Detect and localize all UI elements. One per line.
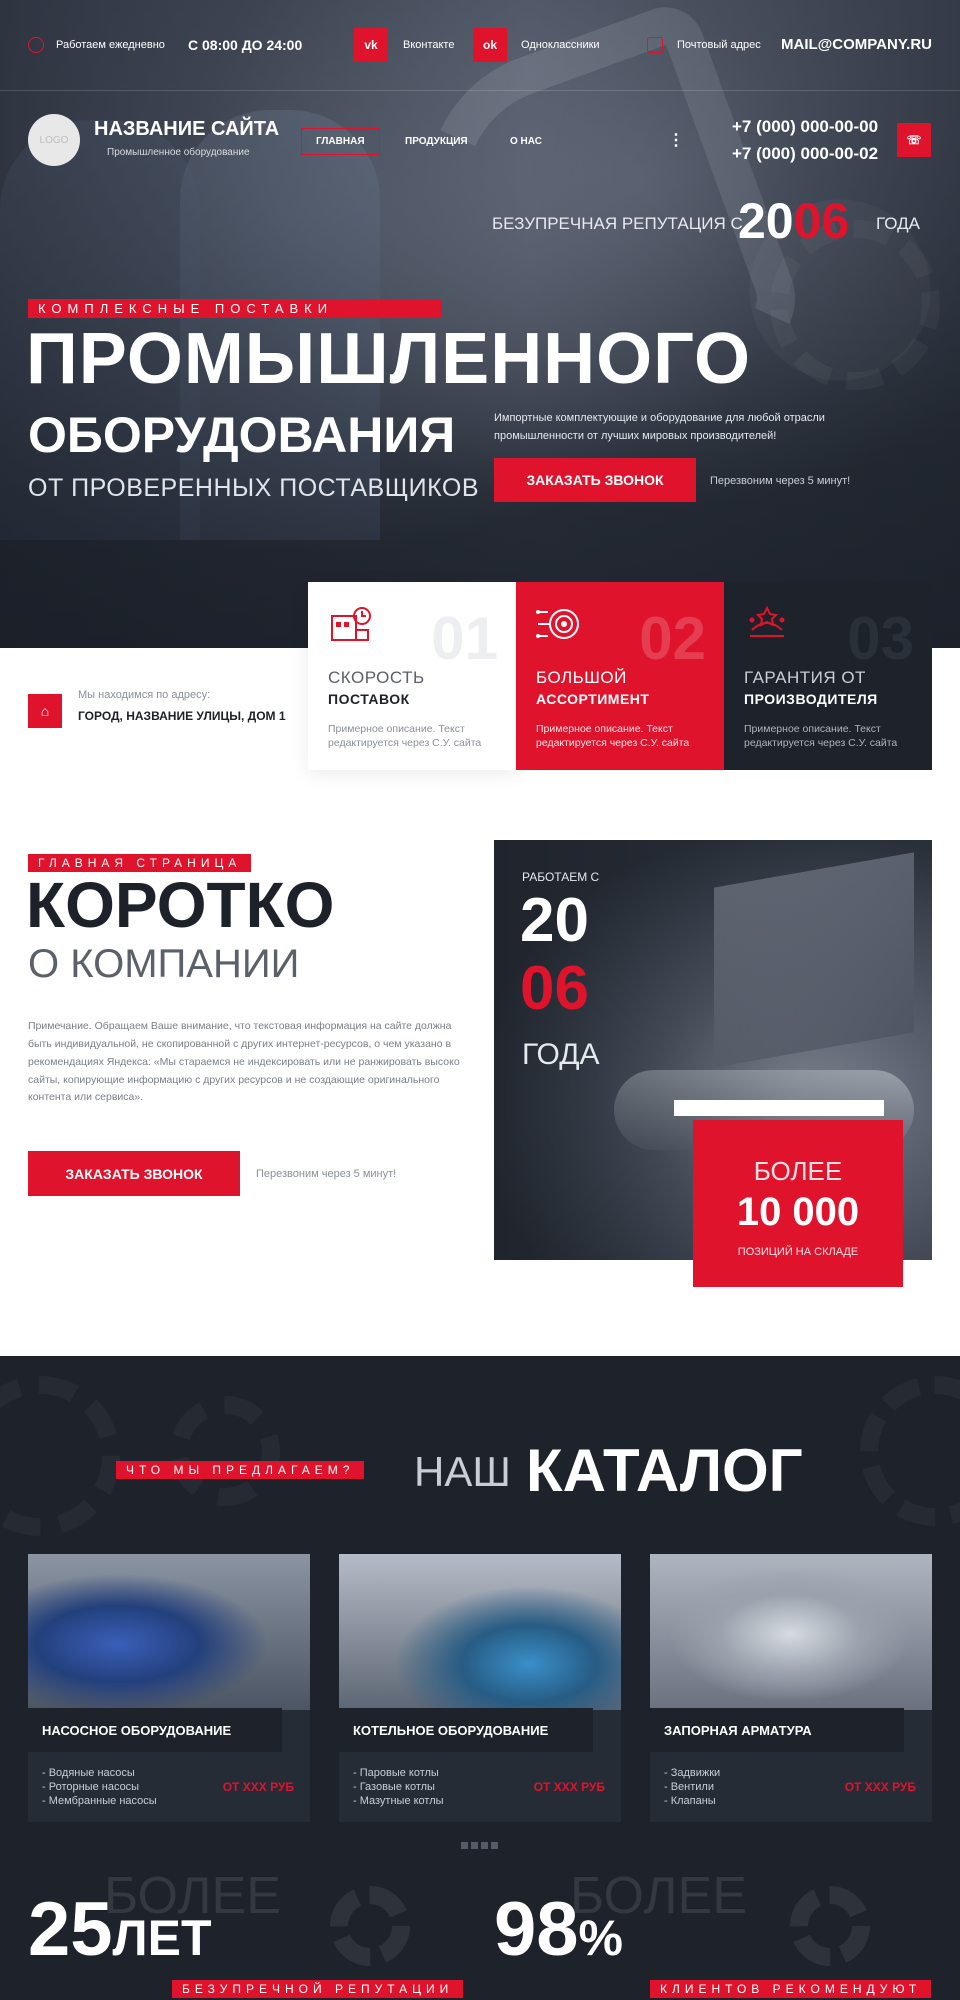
catalog-tag: ЧТО МЫ ПРЕДЛАГАЕМ?: [116, 1461, 365, 1479]
odnoklassniki-link[interactable]: Одноклассники: [521, 39, 600, 51]
work-hours-value: С 08:00 ДО 24:00: [188, 37, 303, 53]
since-year-a: 20: [520, 886, 589, 955]
card-title[interactable]: КОТЕЛЬНОЕ ОБОРУДОВАНИЕ: [339, 1708, 593, 1752]
stat-clients: 98%: [494, 1887, 624, 1972]
since-label: РАБОТАЕМ С: [522, 870, 600, 884]
gear-decoration-icon: [860, 1376, 960, 1526]
factory-icon: [331, 607, 371, 641]
card-price: ОТ XXX РУБ: [533, 1780, 605, 1794]
feature-title-bold: ПОСТАВОК: [328, 691, 410, 707]
stat-years-tag: БЕЗУПРЕЧНОЙ РЕПУТАЦИИ: [172, 1980, 464, 1998]
nav-item-home[interactable]: ГЛАВНАЯ: [301, 128, 380, 155]
stat-years: 25ЛЕТ: [28, 1887, 212, 1972]
feature-title-light: ГАРАНТИЯ ОТ: [744, 668, 866, 687]
phone-1[interactable]: +7 (000) 000-00-00: [732, 117, 878, 137]
odnoklassniki-icon[interactable]: ok: [473, 28, 507, 62]
address-value: ГОРОД, НАЗВАНИЕ УЛИЦЫ, ДОМ 1: [78, 709, 286, 723]
slider-dot[interactable]: [471, 1842, 478, 1849]
stock-badge: БОЛЕЕ 10 000 ПОЗИЦИЙ НА СКЛАДЕ: [693, 1120, 903, 1287]
hero-section: Работаем ежедневно С 08:00 ДО 24:00 vk В…: [0, 0, 960, 648]
feature-description: Примерное описание. Текст редактируется …: [744, 723, 898, 750]
reputation-pre: БЕЗУПРЕЧНАЯ РЕПУТАЦИЯ С: [492, 214, 743, 233]
logo[interactable]: LOGO: [28, 114, 80, 166]
hero-title-line1: ПРОМЫШЛЕННОГО: [26, 319, 752, 399]
hero-order-call-button[interactable]: ЗАКАЗАТЬ ЗВОНОК: [494, 458, 696, 502]
slider-dot[interactable]: [491, 1842, 498, 1849]
nav-item-about[interactable]: О НАС: [510, 136, 542, 147]
feature-number: 03: [847, 605, 914, 672]
gear-decoration-icon: [0, 1376, 120, 1536]
hero-tag: КОМПЛЕКСНЫЕ ПОСТАВКИ: [28, 299, 442, 318]
clock-icon: [28, 37, 44, 53]
card-title[interactable]: НАСОСНОЕ ОБОРУДОВАНИЕ: [28, 1708, 282, 1752]
boiler-photo: [339, 1554, 621, 1710]
vk-icon[interactable]: vk: [354, 28, 388, 62]
stock-number: 10 000: [736, 1190, 860, 1234]
nav-item-products[interactable]: ПРОДУКЦИЯ: [405, 136, 468, 147]
hero-description: Импортные комплектующие и оборудование д…: [494, 412, 825, 442]
mail-label: Почтовый адрес: [677, 39, 761, 51]
more-menu-icon[interactable]: ⋮: [668, 130, 684, 150]
helmet-icon: [330, 1886, 410, 1966]
stock-pre: БОЛЕЕ: [753, 1156, 843, 1186]
feature-title-light: БОЛЬШОЙ: [536, 668, 627, 687]
location-icon: ⌂: [28, 694, 62, 728]
address-label: Мы находимся по адресу:: [78, 689, 211, 701]
catalog-card-pumps[interactable]: НАСОСНОЕ ОБОРУДОВАНИЕ - Водяные насосы - …: [28, 1554, 310, 1822]
about-order-call-button[interactable]: ЗАКАЗАТЬ ЗВОНОК: [28, 1151, 240, 1196]
catalog-section: ЧТО МЫ ПРЕДЛАГАЕМ? НАШ КАТАЛОГ НАСОСНОЕ …: [0, 1356, 960, 2000]
feature-number: 02: [639, 605, 706, 672]
reputation-year: 2006: [738, 193, 850, 249]
feature-card-warranty: 03 ГАРАНТИЯ ОТ ПРОИЗВОДИТЕЛЯ Примерное о…: [724, 582, 932, 770]
card-price: ОТ XXX РУБ: [844, 1780, 916, 1794]
slider-dot-active[interactable]: [461, 1842, 468, 1849]
catalog-card-valves[interactable]: ЗАПОРНАЯ АРМАТУРА - Задвижки - Вентили - К…: [650, 1554, 932, 1822]
gear-decoration-icon: [170, 1396, 280, 1506]
hero-title-line2: ОБОРУДОВАНИЯ: [28, 407, 456, 463]
catalog-title-light: НАШ: [414, 1448, 511, 1495]
phone-2[interactable]: +7 (000) 000-00-02: [732, 144, 878, 164]
site-name[interactable]: НАЗВАНИЕ САЙТА: [94, 118, 279, 141]
feature-card-assortment: 02 БОЛЬШОЙ АССОРТИМЕНТ Примерное описани…: [516, 582, 724, 770]
card-price: ОТ XXX РУБ: [222, 1780, 294, 1794]
since-post: ГОДА: [522, 1038, 600, 1071]
vk-link[interactable]: Вконтакте: [403, 39, 454, 51]
gear-decoration-icon: [790, 1886, 870, 1966]
email-link[interactable]: MAIL@COMPANY.RU: [781, 36, 932, 53]
target-icon: [536, 609, 579, 639]
slider-dot[interactable]: [481, 1842, 488, 1849]
about-title: КОРОТКО: [26, 869, 335, 941]
card-title[interactable]: ЗАПОРНАЯ АРМАТУРА: [650, 1708, 904, 1752]
feature-title-bold: АССОРТИМЕНТ: [536, 691, 650, 707]
site-subtitle: Промышленное оборудование: [107, 147, 250, 158]
since-year-b: 06: [520, 954, 589, 1023]
reputation-post: ГОДА: [876, 214, 920, 233]
card-list: - Водяные насосы - Роторные насосы - Мембр…: [42, 1767, 157, 1807]
feature-title-light: СКОРОСТЬ: [328, 668, 425, 687]
valve-photo: [650, 1554, 932, 1710]
feature-card-delivery: 01 СКОРОСТЬ ПОСТАВОК Примерное описание.…: [308, 582, 516, 770]
mail-icon: [647, 37, 663, 53]
hero-title-line3: ОТ ПРОВЕРЕННЫХ ПОСТАВЩИКОВ: [28, 474, 480, 502]
feature-title-bold: ПРОИЗВОДИТЕЛЯ: [744, 691, 878, 707]
about-subtitle: О КОМПАНИИ: [28, 942, 300, 986]
feature-number: 01: [431, 605, 498, 672]
card-list: - Паровые котлы - Газовые котлы - Мазутные…: [353, 1767, 444, 1807]
card-list: - Задвижки - Вентили - Клапаны: [664, 1767, 721, 1807]
work-hours-label: Работаем ежедневно: [56, 39, 165, 51]
award-stars-icon: [749, 605, 785, 637]
topbar-divider: [0, 90, 960, 91]
about-text: Примечание. Обращаем Ваше внимание, что …: [28, 1020, 460, 1104]
catalog-card-boilers[interactable]: КОТЕЛЬНОЕ ОБОРУДОВАНИЕ - Паровые котлы - …: [339, 1554, 621, 1822]
pump-photo: [28, 1554, 310, 1710]
feature-description: Примерное описание. Текст редактируется …: [536, 723, 690, 750]
stock-label: ПОЗИЦИЙ НА СКЛАДЕ: [737, 1246, 859, 1258]
phone-call-icon[interactable]: ☏: [897, 123, 931, 157]
hero-callback-note: Перезвоним через 5 минут!: [710, 475, 851, 487]
feature-description: Примерное описание. Текст редактируется …: [328, 723, 482, 750]
about-callback-note: Перезвоним через 5 минут!: [256, 1168, 397, 1180]
stat-clients-tag: КЛИЕНТОВ РЕКОМЕНДУЮТ: [650, 1980, 932, 1998]
catalog-title-bold: КАТАЛОГ: [526, 1437, 803, 1504]
